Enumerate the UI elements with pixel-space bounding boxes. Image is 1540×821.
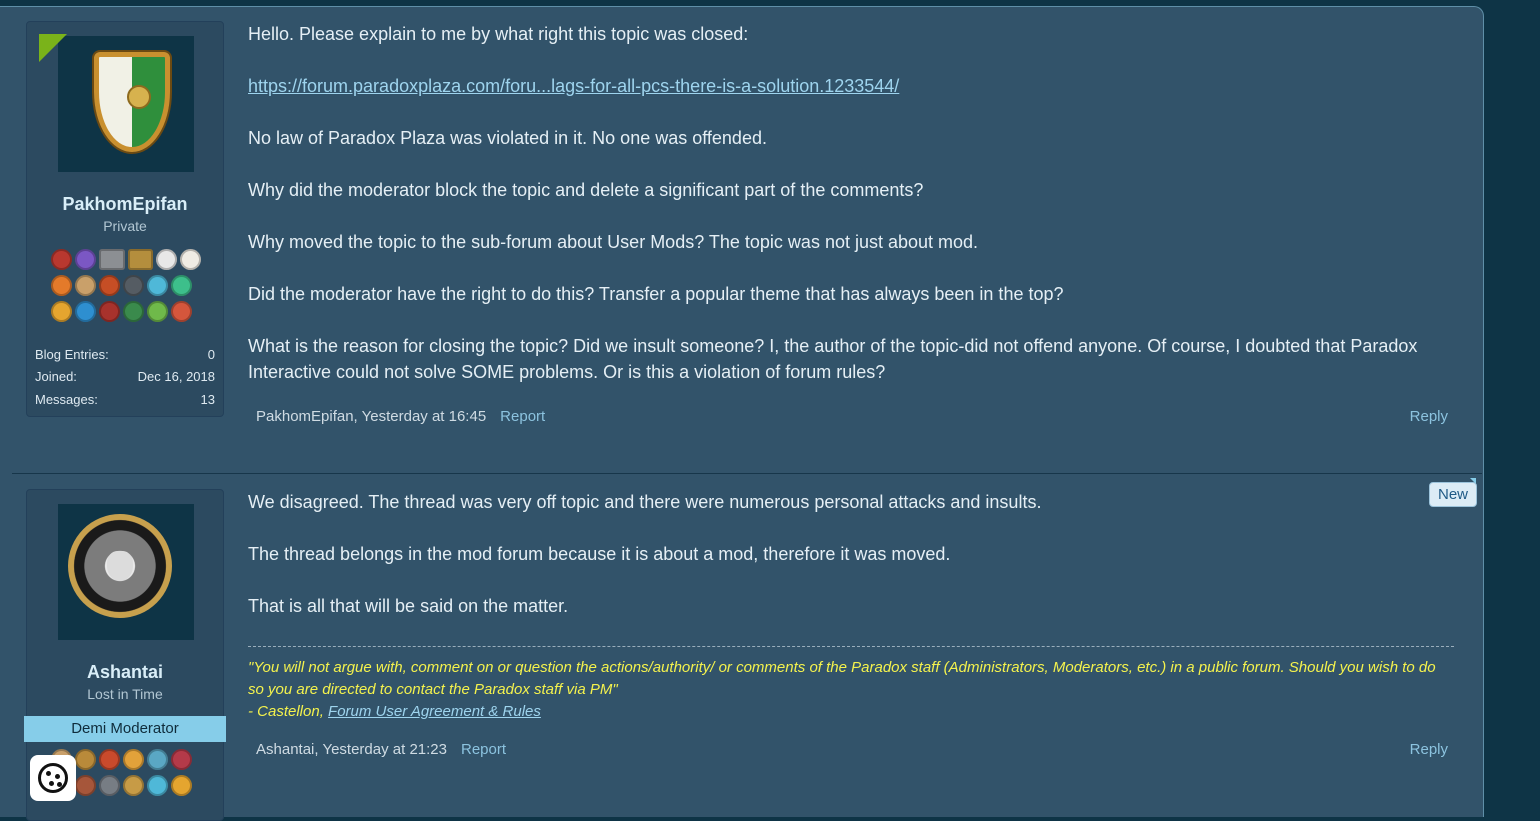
user-signature: "You will not argue with, comment on or … bbox=[248, 646, 1454, 723]
stat-label: Messages: bbox=[35, 391, 98, 407]
post-divider bbox=[12, 473, 1482, 474]
topic-link[interactable]: https://forum.paradoxplaza.com/foru...la… bbox=[248, 76, 899, 96]
stat-row: Messages: 13 bbox=[35, 388, 215, 411]
report-link[interactable]: Report bbox=[500, 408, 545, 425]
stat-row: Blog Entries: 0 bbox=[35, 343, 215, 366]
trophy-icon[interactable] bbox=[171, 275, 192, 296]
user-title: Private bbox=[103, 218, 147, 234]
trophy-icon[interactable] bbox=[99, 775, 120, 796]
trophy-icon[interactable] bbox=[171, 775, 192, 796]
username[interactable]: Ashantai bbox=[27, 662, 223, 683]
signature-quote: "You will not argue with, comment on or … bbox=[248, 659, 1436, 698]
eagle-emblem-avatar-image bbox=[68, 514, 172, 618]
stat-row: Joined: Dec 16, 2018 bbox=[35, 366, 215, 389]
trophy-icon[interactable] bbox=[99, 301, 120, 322]
post-paragraph: What is the reason for closing the topic… bbox=[248, 336, 1418, 382]
trophy-icon[interactable] bbox=[123, 775, 144, 796]
post-paragraph: That is all that will be said on the mat… bbox=[248, 596, 569, 616]
reply-link[interactable]: Reply bbox=[1410, 741, 1448, 758]
username[interactable]: PakhomEpifan bbox=[27, 194, 223, 215]
online-indicator bbox=[39, 34, 67, 62]
trophy-icon[interactable] bbox=[51, 275, 72, 296]
bird-emblem-icon bbox=[127, 85, 151, 109]
trophy-icon[interactable] bbox=[74, 249, 96, 270]
trophy-icon[interactable] bbox=[180, 249, 201, 270]
trophy-icon[interactable] bbox=[123, 275, 144, 296]
post-paragraph: Why did the moderator block the topic an… bbox=[248, 180, 924, 200]
report-link[interactable]: Report bbox=[461, 741, 506, 758]
trophy-icon[interactable] bbox=[99, 749, 120, 770]
spqr-trophy-icon[interactable] bbox=[98, 249, 125, 270]
avatar[interactable] bbox=[58, 36, 194, 172]
signature-attribution: - Castellon, bbox=[248, 703, 329, 720]
trophy-icon[interactable] bbox=[147, 301, 168, 322]
trophy-icon[interactable] bbox=[171, 749, 192, 770]
post-footer: PakhomEpifan, Yesterday at 16:45 Report … bbox=[256, 408, 1448, 425]
reply-link[interactable]: Reply bbox=[1410, 408, 1448, 425]
trophy-icon[interactable] bbox=[156, 249, 178, 270]
user-title: Lost in Time bbox=[87, 686, 163, 702]
cookie-settings-button[interactable] bbox=[30, 755, 76, 801]
signature-rules-link[interactable]: Forum User Agreement & Rules bbox=[328, 703, 541, 720]
trophy-icon[interactable] bbox=[123, 301, 144, 322]
post-paragraph: We disagreed. The thread was very off to… bbox=[248, 492, 1042, 512]
trophy-list bbox=[51, 249, 201, 327]
trophy-icon[interactable] bbox=[147, 775, 168, 796]
trophy-icon[interactable] bbox=[75, 301, 96, 322]
post-paragraph: No law of Paradox Plaza was violated in … bbox=[248, 128, 767, 148]
stat-value[interactable]: 13 bbox=[201, 392, 215, 407]
post-byline[interactable]: Ashantai, Yesterday at 21:23 bbox=[256, 741, 447, 758]
post-paragraph: The thread belongs in the mod forum beca… bbox=[248, 544, 951, 564]
trophy-icon[interactable] bbox=[147, 275, 168, 296]
stat-value[interactable]: 0 bbox=[208, 347, 215, 362]
user-stats: Blog Entries: 0 Joined: Dec 16, 2018 Mes… bbox=[35, 343, 215, 411]
avatar[interactable] bbox=[58, 504, 194, 640]
staff-role-banner: Demi Moderator bbox=[24, 716, 226, 742]
author-card: PakhomEpifan Private Blog Entries: 0 Joi… bbox=[26, 21, 224, 417]
spqr-trophy-icon[interactable] bbox=[127, 249, 154, 270]
trophy-icon[interactable] bbox=[51, 249, 72, 270]
trophy-icon[interactable] bbox=[75, 749, 96, 770]
post-byline[interactable]: PakhomEpifan, Yesterday at 16:45 bbox=[256, 408, 486, 425]
post-paragraph: Why moved the topic to the sub-forum abo… bbox=[248, 232, 979, 252]
post-message: Hello. Please explain to me by what righ… bbox=[248, 21, 1454, 411]
shield-avatar-image bbox=[94, 52, 170, 152]
trophy-icon[interactable] bbox=[123, 749, 144, 770]
post-paragraph: Did the moderator have the right to do t… bbox=[248, 284, 1064, 304]
post-footer: Ashantai, Yesterday at 21:23 Report Repl… bbox=[256, 741, 1448, 758]
trophy-icon[interactable] bbox=[147, 749, 168, 770]
cookie-icon bbox=[38, 763, 68, 793]
post-message: We disagreed. The thread was very off to… bbox=[248, 489, 1454, 645]
stat-label: Joined: bbox=[35, 369, 77, 385]
trophy-icon[interactable] bbox=[171, 301, 192, 322]
post-paragraph: Hello. Please explain to me by what righ… bbox=[248, 24, 749, 44]
trophy-icon[interactable] bbox=[75, 775, 96, 796]
trophy-icon[interactable] bbox=[99, 275, 120, 296]
double-eagle-icon bbox=[107, 551, 133, 581]
trophy-icon[interactable] bbox=[51, 301, 72, 322]
stat-value: Dec 16, 2018 bbox=[137, 369, 215, 385]
stat-label: Blog Entries: bbox=[35, 346, 109, 362]
trophy-icon[interactable] bbox=[75, 275, 96, 296]
